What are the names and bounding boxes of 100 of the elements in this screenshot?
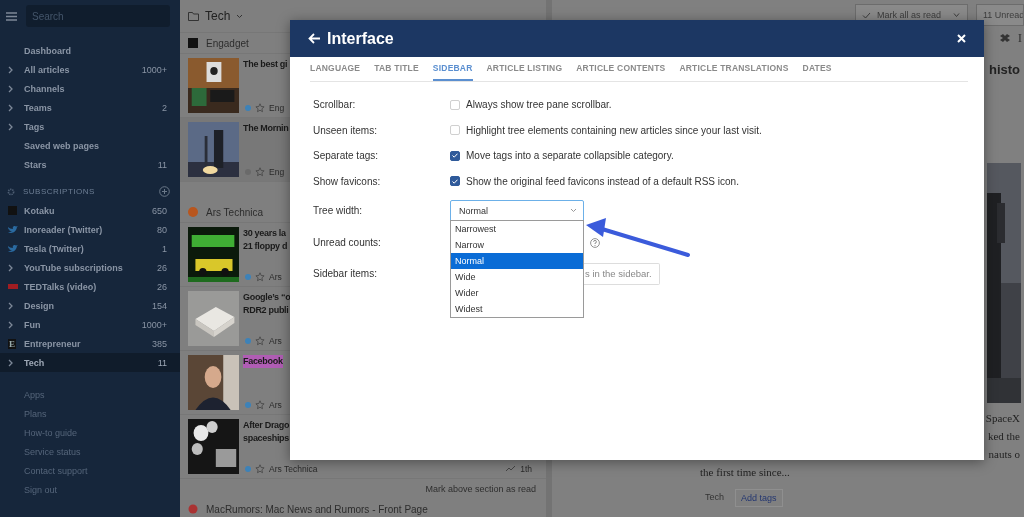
unread-count: 11: [157, 159, 167, 170]
feed-item[interactable]: YouTube subscriptions 26: [0, 258, 180, 277]
article-title[interactable]: Google’s “o RDR2 publi: [243, 291, 291, 317]
feed-item[interactable]: Tesla (Twitter) 1: [0, 239, 180, 258]
chevron-icon[interactable]: [8, 65, 14, 74]
setting-label: Unread counts:: [313, 237, 381, 248]
feed-item[interactable]: Fun 1000+: [0, 315, 180, 334]
dropdown-option[interactable]: Narrow: [451, 237, 583, 253]
unread-dot[interactable]: [245, 274, 251, 280]
unread-dot[interactable]: [245, 338, 251, 344]
mark-read-link[interactable]: Mark above section as read: [425, 484, 536, 494]
star-icon[interactable]: [255, 336, 265, 346]
sidebar-item[interactable]: Teams: [24, 102, 162, 113]
setting-label: Show favicons:: [313, 175, 381, 187]
article-heading: histo: [988, 62, 1020, 79]
checkbox[interactable]: [450, 176, 460, 187]
tree-width-select[interactable]: Normal: [450, 199, 584, 222]
article-source: Eng: [269, 103, 285, 113]
star-icon[interactable]: [255, 103, 265, 113]
article-time: 1th: [520, 464, 532, 474]
article-text: nauts o: [988, 447, 1020, 462]
tab[interactable]: LANGUAGE: [310, 57, 361, 81]
tag[interactable]: Tech: [700, 489, 729, 507]
article-source: Eng: [269, 167, 285, 177]
chevron-icon[interactable]: [8, 358, 14, 367]
tab[interactable]: DATES: [802, 57, 832, 81]
caret-icon[interactable]: [236, 13, 244, 19]
checkbox-label: Show the original feed favicons instead of a default RSS icon.: [466, 175, 739, 187]
star-icon[interactable]: [255, 400, 265, 410]
sidebar-item[interactable]: All articles: [24, 64, 142, 75]
unread-dot[interactable]: [245, 402, 251, 408]
feed-item[interactable]: Design 154: [0, 296, 180, 315]
article-title[interactable]: Facebook: [243, 355, 283, 368]
feed-logo-icon: [188, 38, 198, 48]
dropdown-option[interactable]: Narrowest: [451, 221, 583, 237]
tab[interactable]: ARTICLE CONTENTS: [576, 57, 666, 81]
check-icon: [861, 11, 871, 19]
dropdown-option[interactable]: Wide: [451, 269, 583, 285]
article-source: Ars Technica: [269, 464, 318, 474]
dropdown-option[interactable]: Wider: [451, 285, 583, 301]
star-icon[interactable]: [255, 464, 265, 474]
sidebar-item[interactable]: Channels: [24, 83, 167, 94]
dropdown-option[interactable]: Widest: [451, 301, 583, 317]
feed-title[interactable]: MacRumors: Mac News and Rumors - Front Page: [206, 503, 428, 515]
feed-item[interactable]: E Entrepreneur 385: [0, 334, 180, 353]
chevron-icon[interactable]: [8, 320, 14, 329]
add-tags-button[interactable]: Add tags: [735, 489, 783, 507]
feed-logo-icon: [188, 207, 198, 217]
feed-item[interactable]: TEDTalks (video) 26: [0, 277, 180, 296]
feed-item[interactable]: Tech 11: [0, 353, 180, 372]
menu-icon[interactable]: [6, 11, 17, 21]
sidebar-item[interactable]: Tags: [24, 121, 167, 132]
checkbox-label: Always show tree pane scrollbar.: [466, 99, 612, 111]
setting-label: Tree width:: [313, 205, 363, 216]
setting-label: Unseen items:: [313, 124, 377, 136]
unread-dot[interactable]: [245, 105, 251, 111]
star-icon[interactable]: [255, 272, 265, 282]
settings-icon[interactable]: [7, 187, 15, 196]
bird-icon: [8, 225, 18, 234]
help-icon[interactable]: [590, 237, 600, 248]
chevron-icon[interactable]: [8, 84, 14, 93]
search-field[interactable]: Search: [26, 5, 170, 27]
dropdown-option[interactable]: Normal: [451, 253, 583, 269]
chevron-icon[interactable]: [8, 122, 14, 131]
article-text: SpaceX: [985, 411, 1020, 426]
close-icon[interactable]: [957, 34, 966, 43]
toolbar-text: I: [1017, 30, 1022, 46]
sidebar-item[interactable]: Saved web pages: [24, 140, 167, 151]
feed-item[interactable]: Inoreader (Twitter) 80: [0, 220, 180, 239]
article-title[interactable]: After Drago spaceships: [243, 419, 290, 445]
sidebar-item[interactable]: Stars: [24, 159, 158, 170]
unread-count: 2: [162, 102, 167, 113]
section-title: SUBSCRIPTIONS: [23, 187, 96, 196]
article-title[interactable]: The Mornin: [243, 122, 289, 135]
folder-title[interactable]: Tech: [205, 9, 231, 23]
article-title[interactable]: The best gi: [243, 58, 288, 71]
add-icon[interactable]: [159, 186, 170, 197]
feed-title[interactable]: Ars Technica: [206, 206, 264, 218]
feed-logo-icon: E: [8, 338, 16, 349]
chevron-icon[interactable]: [8, 103, 14, 112]
setting-label: Sidebar items:: [313, 268, 377, 279]
checkbox[interactable]: [450, 150, 460, 161]
tab[interactable]: ARTICLE TRANSLATIONS: [679, 57, 789, 81]
sidebar-items-button[interactable]: s in the sidebar.: [584, 262, 660, 285]
sidebar-item[interactable]: Dashboard: [24, 45, 167, 56]
article-title[interactable]: 30 years la 21 floppy d: [243, 227, 288, 253]
unread-filter-button[interactable]: 11 Unread: [976, 4, 1024, 26]
feed-title[interactable]: Engadget: [206, 37, 249, 49]
feed-item[interactable]: Kotaku 650: [0, 201, 180, 220]
tab[interactable]: TAB TITLE: [374, 57, 419, 81]
footer-link[interactable]: Plans: [24, 408, 47, 419]
unread-count: 1000+: [141, 64, 167, 75]
chevron-icon[interactable]: [8, 301, 14, 310]
back-icon[interactable]: [308, 33, 321, 44]
chevron-icon[interactable]: [8, 263, 14, 272]
tab[interactable]: ARTICLE LISTING: [486, 57, 563, 81]
unread-dot[interactable]: [245, 466, 251, 472]
article-text: the first time since...: [700, 466, 790, 478]
tab[interactable]: SIDEBAR: [432, 57, 473, 81]
star-icon[interactable]: [255, 167, 265, 177]
